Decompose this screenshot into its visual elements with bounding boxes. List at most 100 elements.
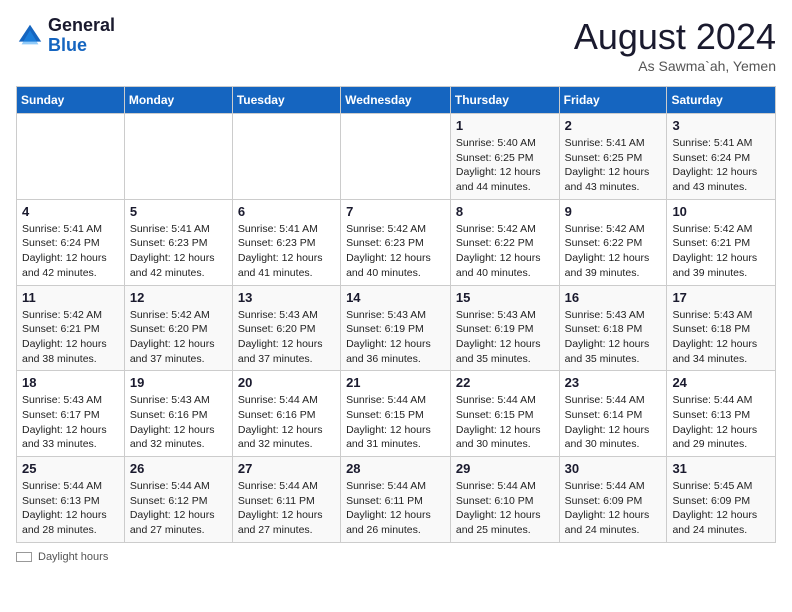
day-number: 25 <box>22 461 119 476</box>
day-header: Tuesday <box>232 87 340 114</box>
footer: Daylight hours <box>16 551 776 563</box>
day-number: 12 <box>130 290 227 305</box>
day-info: Sunrise: 5:43 AMSunset: 6:17 PMDaylight:… <box>22 393 119 452</box>
day-info: Sunrise: 5:41 AMSunset: 6:23 PMDaylight:… <box>238 222 335 281</box>
day-number: 5 <box>130 204 227 219</box>
day-info: Sunrise: 5:44 AMSunset: 6:10 PMDaylight:… <box>456 479 554 538</box>
calendar-cell: 25 Sunrise: 5:44 AMSunset: 6:13 PMDayligh… <box>17 457 125 543</box>
calendar-cell: 22Sunrise: 5:44 AMSunset: 6:15 PMDayligh… <box>450 371 559 457</box>
day-number: 16 <box>565 290 662 305</box>
day-info: Sunrise: 5:44 AMSunset: 6:15 PMDaylight:… <box>456 393 554 452</box>
day-info: Sunrise: 5:44 AMSunset: 6:12 PMDaylight:… <box>130 479 227 538</box>
day-number: 14 <box>346 290 445 305</box>
day-info: Sunrise: 5:43 AMSunset: 6:19 PMDaylight:… <box>346 308 445 367</box>
day-info: Sunrise: 5:44 AMSunset: 6:11 PMDaylight:… <box>346 479 445 538</box>
calendar-cell: 3 Sunrise: 5:41 AMSunset: 6:24 PMDaylight… <box>667 114 776 200</box>
calendar-cell: 16Sunrise: 5:43 AMSunset: 6:18 PMDayligh… <box>559 285 667 371</box>
calendar-cell: 24 Sunrise: 5:44 AMSunset: 6:13 PMDayligh… <box>667 371 776 457</box>
calendar-cell: 28 Sunrise: 5:44 AMSunset: 6:11 PMDayligh… <box>341 457 451 543</box>
calendar-body: 1 Sunrise: 5:40 AMSunset: 6:25 PMDaylight… <box>17 114 776 543</box>
day-number: 11 <box>22 290 119 305</box>
day-number: 24 <box>672 375 770 390</box>
legend-label: Daylight hours <box>38 551 108 563</box>
day-info: Sunrise: 5:42 AMSunset: 6:21 PMDaylight:… <box>22 308 119 367</box>
day-number: 2 <box>565 118 662 133</box>
day-number: 1 <box>456 118 554 133</box>
logo-text: General Blue <box>48 16 115 56</box>
day-info: Sunrise: 5:43 AMSunset: 6:20 PMDaylight:… <box>238 308 335 367</box>
calendar-table: SundayMondayTuesdayWednesdayThursdayFrid… <box>16 86 776 543</box>
day-info: Sunrise: 5:44 AMSunset: 6:13 PMDaylight:… <box>22 479 119 538</box>
calendar-cell: 26 Sunrise: 5:44 AMSunset: 6:12 PMDayligh… <box>124 457 232 543</box>
calendar-cell: 21 Sunrise: 5:44 AMSunset: 6:15 PMDayligh… <box>341 371 451 457</box>
calendar-cell: 27Sunrise: 5:44 AMSunset: 6:11 PMDayligh… <box>232 457 340 543</box>
calendar-cell <box>341 114 451 200</box>
day-info: Sunrise: 5:45 AMSunset: 6:09 PMDaylight:… <box>672 479 770 538</box>
day-info: Sunrise: 5:44 AMSunset: 6:09 PMDaylight:… <box>565 479 662 538</box>
day-number: 19 <box>130 375 227 390</box>
day-number: 7 <box>346 204 445 219</box>
day-number: 10 <box>672 204 770 219</box>
calendar-cell <box>232 114 340 200</box>
calendar-cell: 30 Sunrise: 5:44 AMSunset: 6:09 PMDayligh… <box>559 457 667 543</box>
calendar-cell: 12 Sunrise: 5:42 AMSunset: 6:20 PMDayligh… <box>124 285 232 371</box>
day-number: 3 <box>672 118 770 133</box>
calendar-cell: 5 Sunrise: 5:41 AMSunset: 6:23 PMDaylight… <box>124 199 232 285</box>
day-number: 8 <box>456 204 554 219</box>
day-info: Sunrise: 5:40 AMSunset: 6:25 PMDaylight:… <box>456 136 554 195</box>
calendar-cell: 18 Sunrise: 5:43 AMSunset: 6:17 PMDayligh… <box>17 371 125 457</box>
calendar-cell: 8Sunrise: 5:42 AMSunset: 6:22 PMDaylight… <box>450 199 559 285</box>
calendar-week-row: 4 Sunrise: 5:41 AMSunset: 6:24 PMDaylight… <box>17 199 776 285</box>
calendar-cell: 13Sunrise: 5:43 AMSunset: 6:20 PMDayligh… <box>232 285 340 371</box>
page-header: General Blue August 2024 As Sawma`ah, Ye… <box>16 16 776 74</box>
day-number: 23 <box>565 375 662 390</box>
day-info: Sunrise: 5:44 AMSunset: 6:14 PMDaylight:… <box>565 393 662 452</box>
day-header: Saturday <box>667 87 776 114</box>
calendar-cell: 7 Sunrise: 5:42 AMSunset: 6:23 PMDaylight… <box>341 199 451 285</box>
calendar-header: SundayMondayTuesdayWednesdayThursdayFrid… <box>17 87 776 114</box>
day-header: Thursday <box>450 87 559 114</box>
calendar-cell: 23 Sunrise: 5:44 AMSunset: 6:14 PMDayligh… <box>559 371 667 457</box>
calendar-cell: 11 Sunrise: 5:42 AMSunset: 6:21 PMDayligh… <box>17 285 125 371</box>
day-header: Wednesday <box>341 87 451 114</box>
calendar-week-row: 25 Sunrise: 5:44 AMSunset: 6:13 PMDayligh… <box>17 457 776 543</box>
title-area: August 2024 As Sawma`ah, Yemen <box>574 16 776 74</box>
legend-box <box>16 552 32 562</box>
calendar-cell <box>17 114 125 200</box>
calendar-cell: 10Sunrise: 5:42 AMSunset: 6:21 PMDayligh… <box>667 199 776 285</box>
day-info: Sunrise: 5:43 AMSunset: 6:19 PMDaylight:… <box>456 308 554 367</box>
day-info: Sunrise: 5:41 AMSunset: 6:24 PMDaylight:… <box>22 222 119 281</box>
day-number: 18 <box>22 375 119 390</box>
day-header: Friday <box>559 87 667 114</box>
day-info: Sunrise: 5:44 AMSunset: 6:15 PMDaylight:… <box>346 393 445 452</box>
day-number: 28 <box>346 461 445 476</box>
day-info: Sunrise: 5:42 AMSunset: 6:23 PMDaylight:… <box>346 222 445 281</box>
day-number: 26 <box>130 461 227 476</box>
day-info: Sunrise: 5:44 AMSunset: 6:13 PMDaylight:… <box>672 393 770 452</box>
day-number: 15 <box>456 290 554 305</box>
day-info: Sunrise: 5:41 AMSunset: 6:24 PMDaylight:… <box>672 136 770 195</box>
day-info: Sunrise: 5:44 AMSunset: 6:16 PMDaylight:… <box>238 393 335 452</box>
calendar-cell: 31Sunrise: 5:45 AMSunset: 6:09 PMDayligh… <box>667 457 776 543</box>
location: As Sawma`ah, Yemen <box>574 58 776 74</box>
day-number: 9 <box>565 204 662 219</box>
day-number: 17 <box>672 290 770 305</box>
calendar-cell: 20Sunrise: 5:44 AMSunset: 6:16 PMDayligh… <box>232 371 340 457</box>
calendar-cell: 19Sunrise: 5:43 AMSunset: 6:16 PMDayligh… <box>124 371 232 457</box>
day-number: 30 <box>565 461 662 476</box>
day-info: Sunrise: 5:41 AMSunset: 6:23 PMDaylight:… <box>130 222 227 281</box>
day-number: 27 <box>238 461 335 476</box>
day-number: 21 <box>346 375 445 390</box>
calendar-cell: 17Sunrise: 5:43 AMSunset: 6:18 PMDayligh… <box>667 285 776 371</box>
calendar-cell: 4 Sunrise: 5:41 AMSunset: 6:24 PMDaylight… <box>17 199 125 285</box>
calendar-cell: 2 Sunrise: 5:41 AMSunset: 6:25 PMDaylight… <box>559 114 667 200</box>
calendar-cell: 15 Sunrise: 5:43 AMSunset: 6:19 PMDayligh… <box>450 285 559 371</box>
day-info: Sunrise: 5:41 AMSunset: 6:25 PMDaylight:… <box>565 136 662 195</box>
calendar-cell: 29Sunrise: 5:44 AMSunset: 6:10 PMDayligh… <box>450 457 559 543</box>
day-info: Sunrise: 5:42 AMSunset: 6:20 PMDaylight:… <box>130 308 227 367</box>
calendar-cell: 1 Sunrise: 5:40 AMSunset: 6:25 PMDaylight… <box>450 114 559 200</box>
day-number: 4 <box>22 204 119 219</box>
calendar-week-row: 1 Sunrise: 5:40 AMSunset: 6:25 PMDaylight… <box>17 114 776 200</box>
day-header: Sunday <box>17 87 125 114</box>
calendar-cell <box>124 114 232 200</box>
